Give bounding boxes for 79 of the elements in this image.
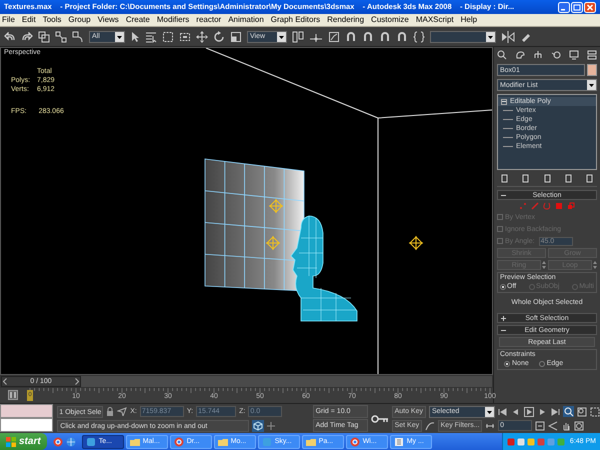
undo-icon[interactable] [4, 32, 16, 42]
list-select-icon[interactable] [145, 30, 157, 42]
region-select-icon[interactable] [162, 30, 174, 42]
expand-toggle[interactable] [501, 98, 507, 104]
script-listener-field[interactable] [0, 404, 54, 418]
bind-icon[interactable] [72, 30, 84, 42]
redo-icon[interactable] [21, 32, 33, 42]
squares-icon[interactable] [38, 30, 50, 42]
linked-squares-icon[interactable] [55, 30, 67, 42]
chart-icon[interactable] [328, 30, 340, 42]
braces-icon[interactable] [413, 30, 425, 42]
key-icon[interactable] [370, 414, 389, 422]
maximize-button[interactable] [571, 2, 583, 12]
app-icon [86, 436, 96, 446]
browser-icon [174, 436, 184, 446]
menu-item[interactable]: File [2, 16, 15, 24]
app-icon [262, 436, 272, 446]
menu-item[interactable]: reactor [196, 16, 222, 24]
menu-item[interactable]: Graph Editors [270, 16, 320, 24]
menu-item[interactable]: Rendering [327, 16, 364, 24]
mirror-icon[interactable] [501, 30, 515, 42]
menu-item[interactable]: Group [68, 16, 91, 24]
folder-icon [306, 436, 316, 446]
move-icon[interactable] [196, 30, 208, 42]
light-helper-icon[interactable] [408, 236, 424, 250]
plus-icon[interactable] [501, 316, 506, 320]
zoom-icon[interactable] [563, 406, 574, 417]
hierarchy-icon[interactable] [533, 50, 543, 60]
menu-item[interactable]: MAXScript [416, 16, 454, 24]
window-select-icon[interactable] [179, 30, 191, 42]
windows-flag-icon [6, 436, 16, 446]
minus-icon[interactable] [501, 328, 506, 332]
next-frame-icon[interactable] [537, 406, 547, 416]
lock-icon[interactable] [106, 407, 114, 416]
minimize-button[interactable] [558, 2, 570, 12]
palette-icon[interactable] [515, 50, 525, 60]
close-button[interactable] [584, 2, 596, 12]
menu-item[interactable]: Customize [371, 16, 409, 24]
radio-button[interactable] [504, 360, 510, 366]
go-to-start-icon[interactable] [498, 406, 508, 416]
menu-item[interactable]: Help [460, 16, 478, 24]
browser-icon[interactable] [52, 436, 63, 446]
scale-icon[interactable] [230, 30, 242, 42]
cursor-icon[interactable] [117, 407, 128, 416]
cursor-icon[interactable] [130, 30, 140, 42]
zoom-all-icon[interactable] [577, 406, 587, 416]
menu-item[interactable]: Views [98, 16, 119, 24]
tangent-icon[interactable] [425, 420, 436, 430]
previous-frame-icon[interactable] [511, 406, 521, 416]
wireframe-head[interactable] [290, 216, 358, 322]
named-selection-dropdown[interactable] [430, 30, 496, 42]
play-icon[interactable] [524, 406, 534, 416]
angle-snap-magnet-icon[interactable] [362, 30, 374, 42]
crosshair-icon[interactable] [267, 422, 276, 430]
snap-magnet-icon[interactable] [345, 30, 357, 42]
menu-item[interactable]: Tools [42, 16, 62, 24]
minus-icon[interactable] [501, 192, 506, 198]
go-to-end-icon[interactable] [550, 406, 560, 416]
zoom-extents-icon[interactable] [590, 406, 600, 416]
menu-item[interactable]: Create [126, 16, 150, 24]
rotate-icon[interactable] [213, 30, 225, 42]
menu-item[interactable]: Edit [22, 16, 36, 24]
object-color-swatch[interactable] [587, 64, 597, 76]
start-button[interactable]: start [0, 433, 47, 450]
percent-snap-magnet-icon[interactable] [379, 30, 391, 42]
menu-item[interactable]: Animation [228, 16, 264, 24]
globe-icon[interactable] [66, 436, 76, 446]
spinner-snap-magnet-icon[interactable] [396, 30, 408, 42]
radio-button[interactable] [500, 284, 506, 290]
folder-icon [218, 436, 228, 446]
monitor-icon[interactable] [569, 50, 579, 60]
menu-item[interactable]: Modifiers [156, 16, 190, 24]
radio-button[interactable] [538, 360, 545, 366]
folder-icon [130, 436, 140, 446]
cube-icon[interactable] [252, 420, 264, 432]
browser-icon [350, 436, 360, 446]
magnifier-icon[interactable] [497, 50, 507, 60]
script-listener-field[interactable] [0, 418, 54, 432]
document-icon [394, 436, 404, 446]
